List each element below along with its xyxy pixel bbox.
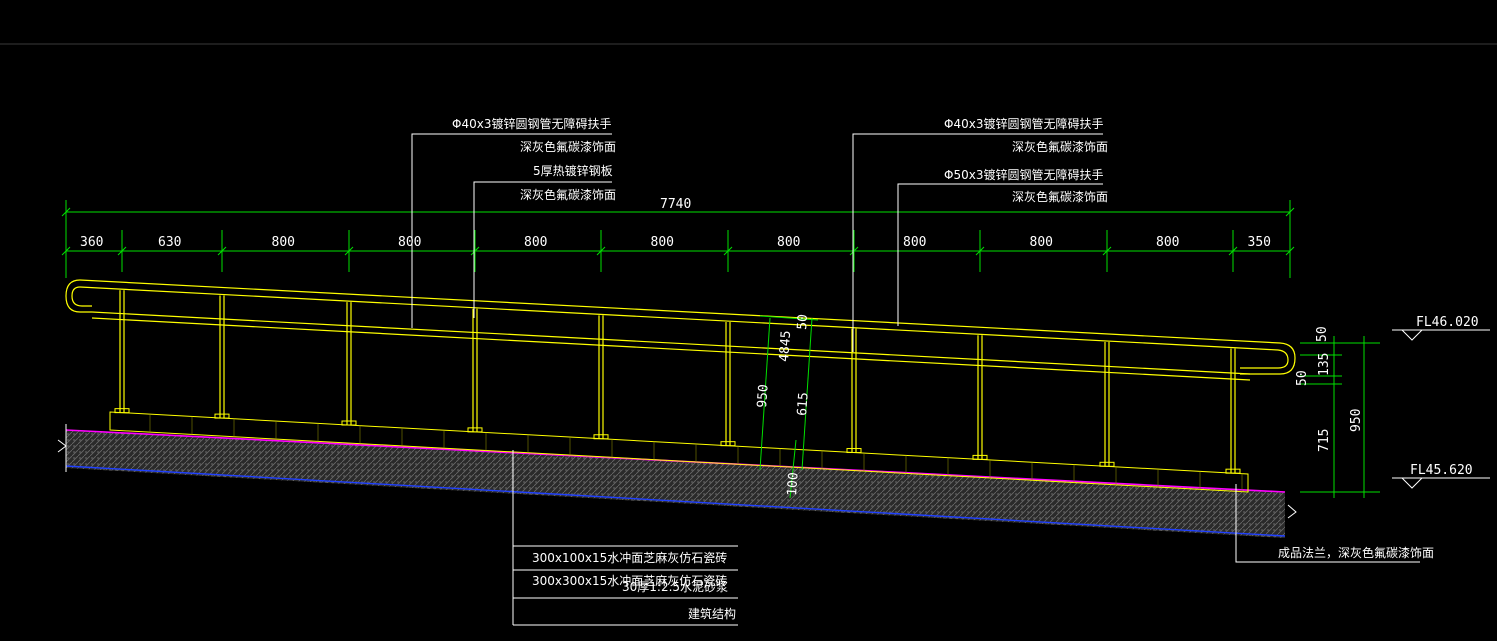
segment-dimension-label: 800 (903, 235, 926, 250)
level-marker-upper (1392, 329, 1490, 341)
inner-dim-50: 50 (795, 314, 811, 331)
inner-dim-615: 615 (795, 392, 812, 416)
label-paint-left-1: 深灰色氟碳漆饰面 (520, 140, 616, 154)
segment-dimension-label: 800 (777, 235, 800, 250)
label-steel-plate: 5厚热镀锌钢板 (533, 164, 613, 178)
right-dim-50-bottom: 50 (1295, 370, 1310, 386)
segment-dimension-label: 800 (524, 235, 547, 250)
handrail-lower-rail (91, 311, 1251, 375)
label-mortar: 30厚1:2.5水泥砂浆 (622, 579, 728, 594)
break-symbol-left (57, 439, 67, 453)
right-dim-50-top: 50 (1315, 326, 1330, 342)
handrail-lower-rail-inner (91, 317, 1251, 381)
overall-dimension: 7740 (61, 197, 1295, 278)
segment-dimension-label: 360 (80, 235, 103, 250)
label-flange: 成品法兰，深灰色氟碳漆饰面 (1278, 546, 1434, 560)
break-symbol-right (1287, 504, 1297, 519)
label-handrail-40-right: Φ40x3镀锌圆钢管无障碍扶手 (944, 116, 1103, 131)
segment-dimension-label: 800 (651, 235, 674, 250)
right-dimensions (1300, 336, 1380, 498)
right-dim-135: 135 (1317, 353, 1332, 376)
inner-dim-4845: 4845 (777, 330, 794, 362)
segment-dimension-label: 800 (1156, 235, 1179, 250)
segment-dimensions: 360 630 800 800 800 800 800 800 800 800 350 (61, 230, 1295, 272)
handrail-loop-left (65, 279, 92, 313)
label-handrail-40-left: Φ40x3镀锌圆钢管无障碍扶手 (452, 116, 611, 131)
right-dim-950: 950 (1349, 409, 1364, 432)
inner-dim-100: 100 (785, 472, 802, 496)
label-paint-left-2: 深灰色氟碳漆饰面 (520, 188, 616, 202)
label-paint-right-2: 深灰色氟碳漆饰面 (1012, 190, 1108, 204)
level-upper-label: FL46.020 (1416, 315, 1479, 330)
label-tile-300x100: 300x100x15水冲面芝麻灰仿石瓷砖 (532, 550, 727, 565)
ramp-handrail-elevation-drawing: 7740 360 630 800 800 800 800 800 800 800 800 350 Φ… (0, 43, 1497, 626)
segment-dimension-label: 350 (1248, 235, 1271, 250)
segment-dimension-label: 800 (1030, 235, 1053, 250)
overall-dimension-label: 7740 (660, 197, 691, 212)
leader-top-right (852, 133, 1103, 352)
inner-dim-950: 950 (755, 384, 772, 408)
right-dim-715: 715 (1317, 429, 1332, 452)
segment-dimension-label: 630 (158, 235, 181, 250)
label-handrail-50-right: Φ50x3镀锌圆钢管无障碍扶手 (944, 167, 1103, 182)
level-marker-lower (1392, 477, 1490, 489)
segment-dimension-label: 800 (398, 235, 421, 250)
segment-dimension-label: 800 (272, 235, 295, 250)
label-paint-right-1: 深灰色氟碳漆饰面 (1012, 140, 1108, 154)
handrail-loop-left-inner (71, 286, 92, 307)
label-structure: 建筑结构 (688, 606, 736, 621)
level-lower-label: FL45.620 (1410, 463, 1473, 478)
